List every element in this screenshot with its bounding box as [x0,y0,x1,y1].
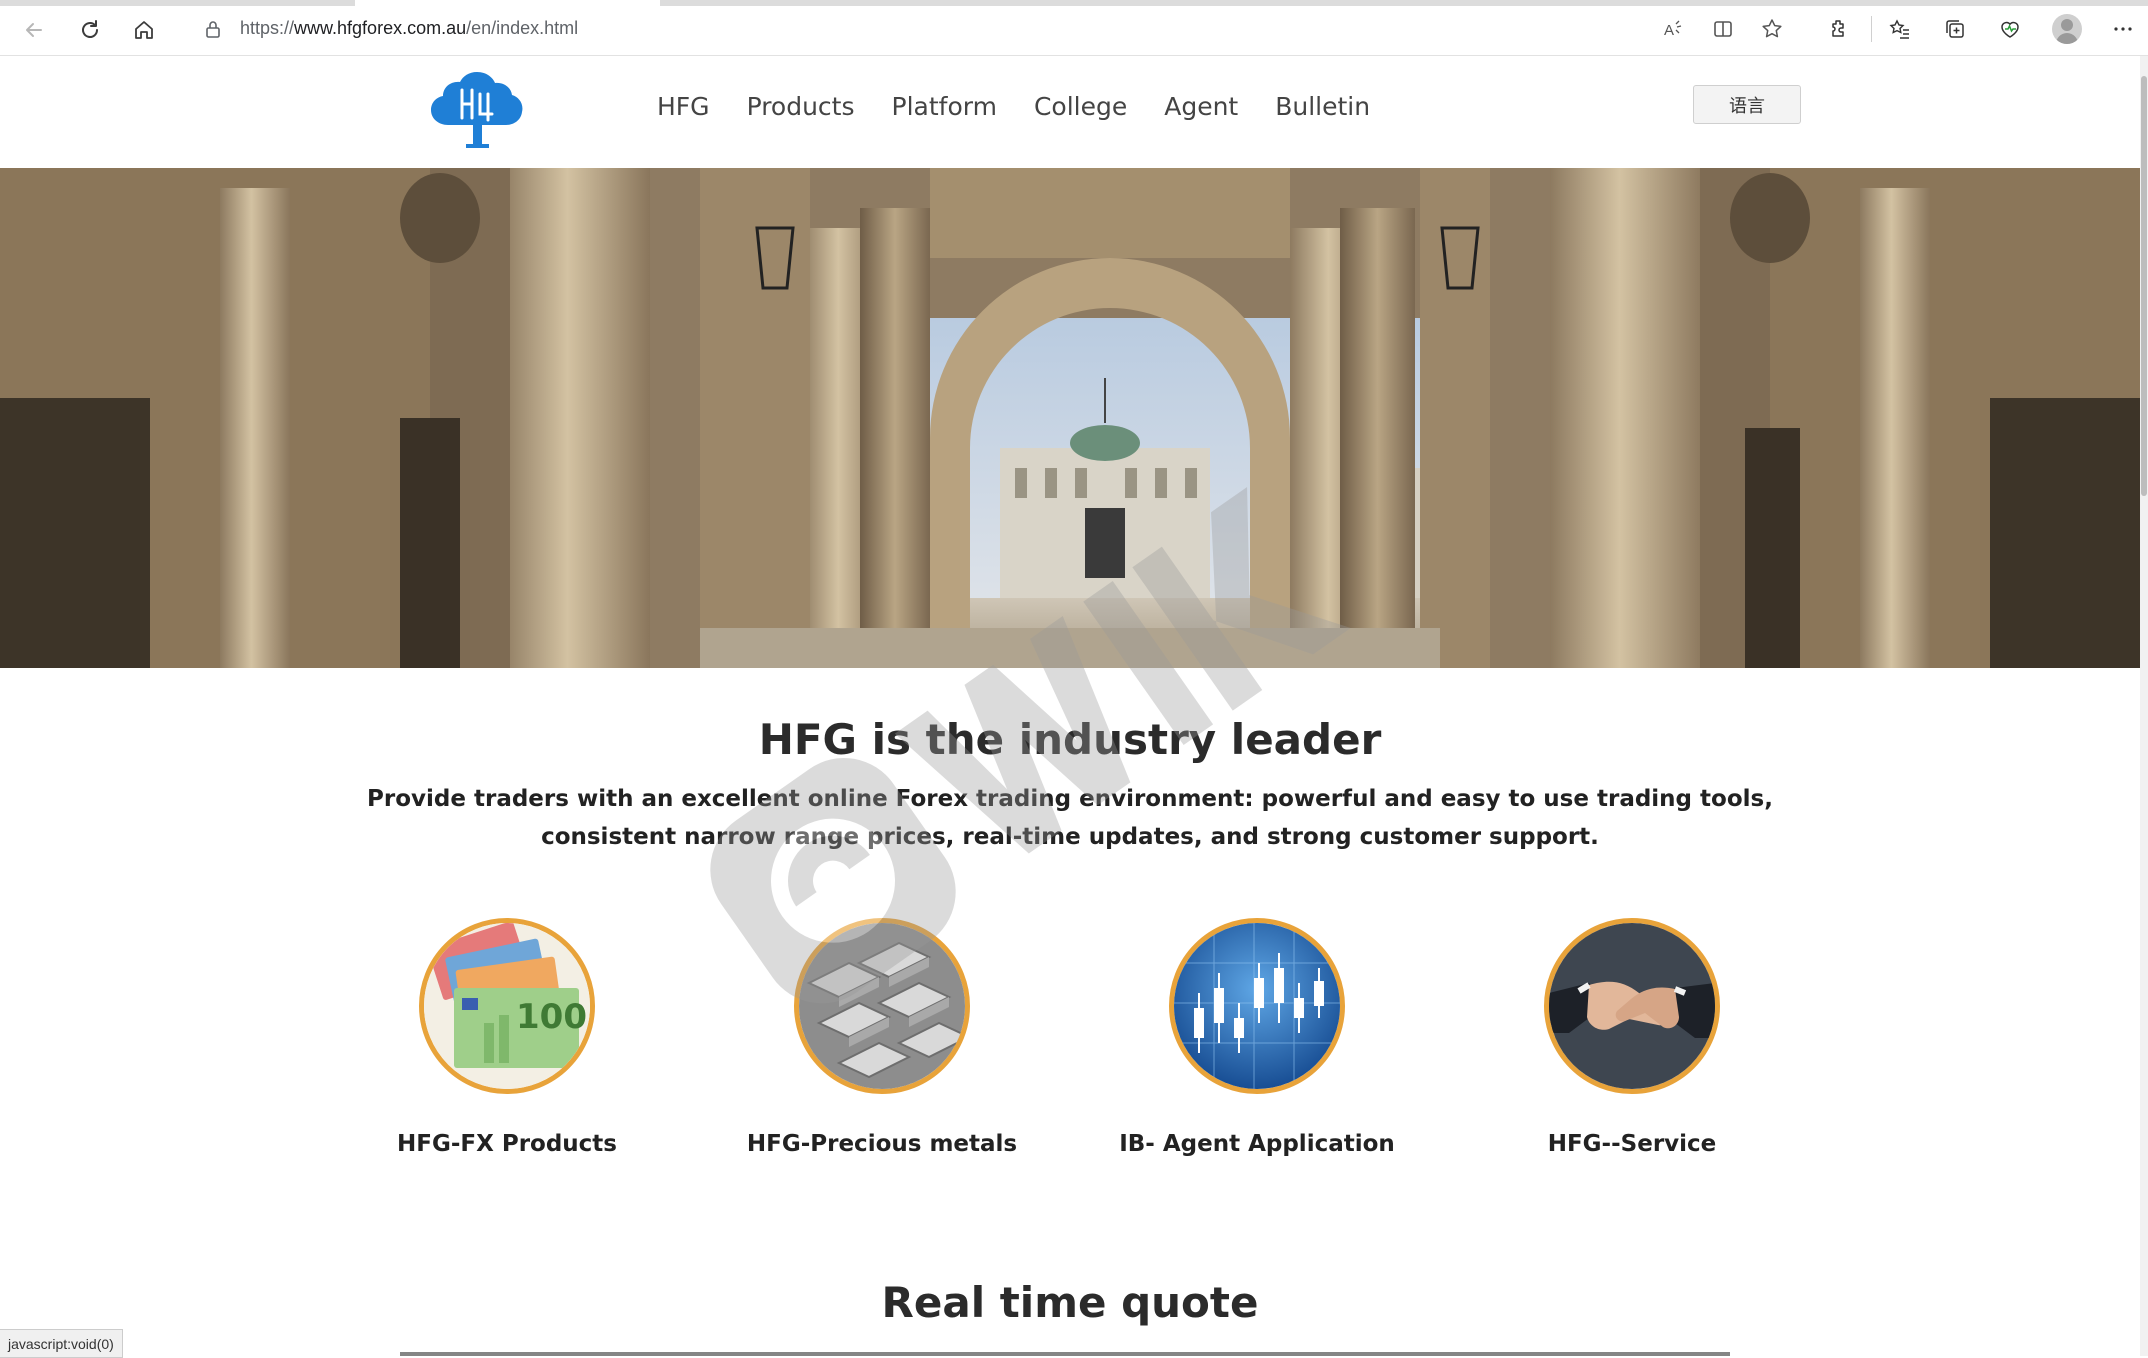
main-nav: HFG Products Platform College Agent Bull… [657,92,1407,121]
url-text[interactable]: https://www.hfgforex.com.au/en/index.htm… [240,18,578,39]
active-tab[interactable] [355,0,660,6]
nav-agent[interactable]: Agent [1164,92,1238,121]
silver-bars-image[interactable] [794,918,970,1094]
extensions-icon[interactable] [1824,14,1854,44]
nav-platform[interactable]: Platform [892,92,997,121]
nav-hfg[interactable]: HFG [657,92,710,121]
intro-subtitle: Provide traders with an excellent online… [367,786,1773,850]
quote-section-title: Real time quote [881,1278,1259,1327]
site-header: HFG Products Platform College Agent Bull… [0,56,2140,168]
candlestick-chart-image[interactable] [1169,918,1345,1094]
feature-label[interactable]: HFG-FX Products [357,1131,657,1157]
courtyard-arches-image [0,168,2140,668]
quote-subtitle-cut-off [400,1342,1730,1356]
nav-products[interactable]: Products [747,92,855,121]
split-screen-icon[interactable] [1708,14,1738,44]
status-bar-link-preview: javascript:void(0) [0,1329,123,1358]
url-scheme: https:// [240,18,295,38]
page-scrollbar[interactable] [2140,56,2148,1356]
tab-strip [0,0,2148,6]
nav-college[interactable]: College [1034,92,1127,121]
hfg-tree-logo[interactable] [426,68,528,150]
profile-avatar[interactable] [2052,14,2082,44]
feature-fx-products[interactable]: 100 HFG-FX Products [357,918,657,1157]
language-button[interactable]: 语言 [1693,85,1801,124]
browser-essentials-icon[interactable] [1995,14,2025,44]
browser-toolbar: https://www.hfgforex.com.au/en/index.htm… [0,0,2148,56]
feature-precious-metals[interactable]: HFG-Precious metals [732,918,1032,1157]
back-icon[interactable] [18,14,50,46]
toolbar-separator [1871,16,1872,42]
handshake-image[interactable] [1544,918,1720,1094]
scrollbar-thumb[interactable] [2141,76,2147,496]
svg-text:100: 100 [516,997,587,1037]
read-aloud-icon[interactable]: A [1658,14,1688,44]
home-icon[interactable] [128,14,160,46]
feature-agent-application[interactable]: IB- Agent Application [1107,918,1407,1157]
feature-service[interactable]: HFG--Service [1482,918,1782,1157]
url-host: www.hfgforex.com.au [294,18,467,38]
feature-label[interactable]: HFG-Precious metals [732,1131,1032,1157]
banknotes-image[interactable]: 100 [419,918,595,1094]
url-path: /en/index.html [466,18,579,38]
favorite-star-icon[interactable] [1757,14,1787,44]
svg-text:A: A [1664,22,1674,39]
favorites-list-icon[interactable] [1885,14,1915,44]
intro-title: HFG is the industry leader [758,715,1382,764]
feature-label[interactable]: IB- Agent Application [1107,1131,1407,1157]
nav-bulletin[interactable]: Bulletin [1275,92,1370,121]
more-options-icon[interactable] [2108,14,2138,44]
feature-label[interactable]: HFG--Service [1482,1131,1782,1157]
lock-icon[interactable] [204,19,222,43]
hero-banner-image [0,168,2140,668]
collections-icon[interactable] [1940,14,1970,44]
reload-icon[interactable] [74,14,106,46]
